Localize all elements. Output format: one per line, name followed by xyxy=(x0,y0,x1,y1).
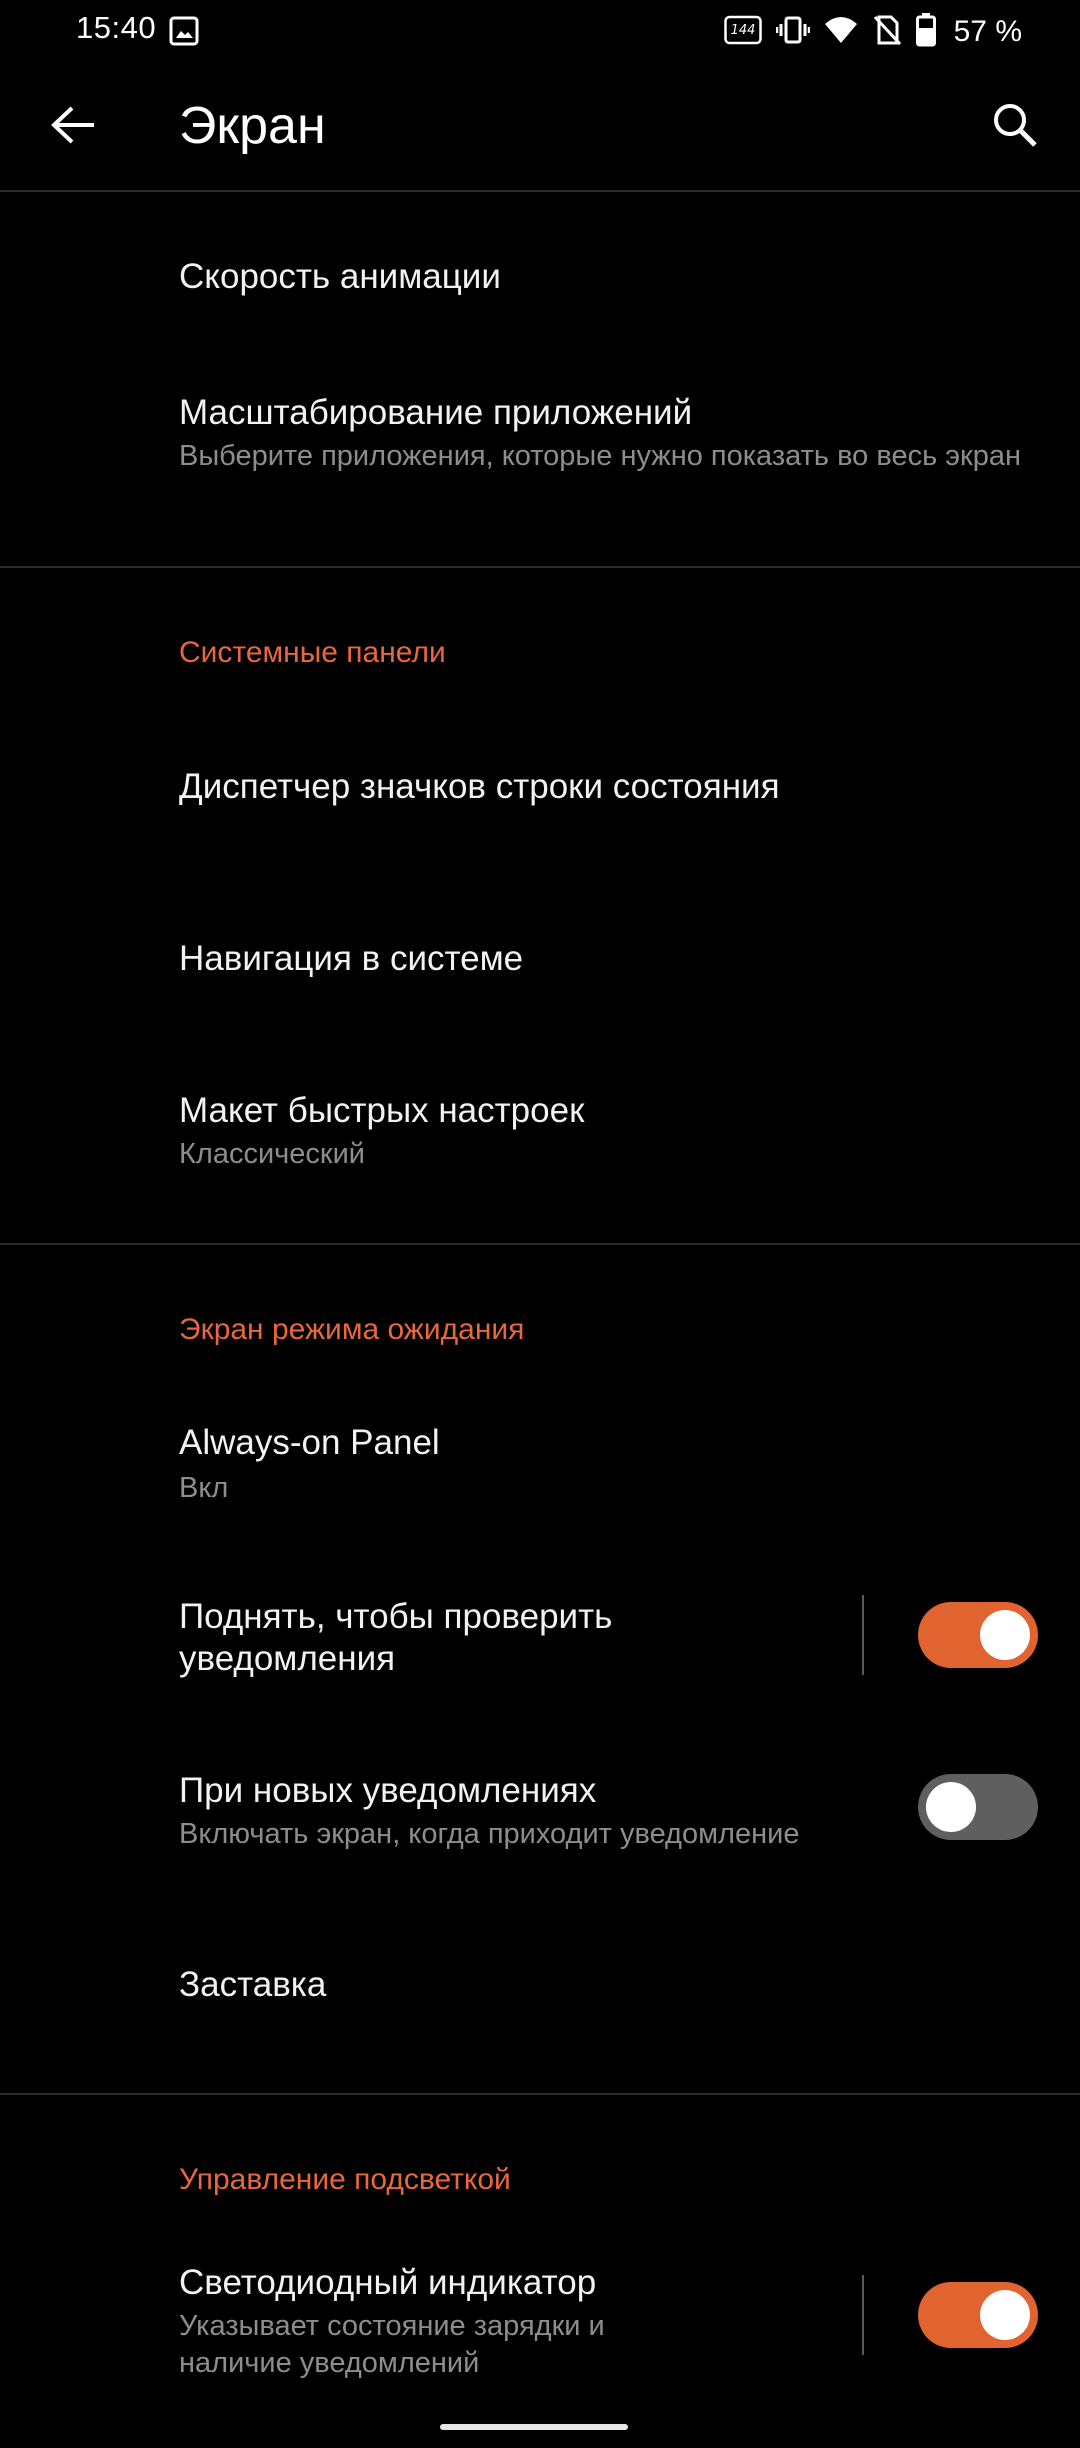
lift-to-check-toggle[interactable] xyxy=(918,1602,1038,1668)
battery-icon xyxy=(915,12,936,52)
section-divider xyxy=(0,1243,1080,1245)
app-bar: Экран xyxy=(0,64,1080,192)
no-sim-icon xyxy=(872,14,902,51)
setting-title: Масштабирование приложений xyxy=(179,393,693,432)
toggle-knob xyxy=(980,1610,1030,1660)
section-header-backlight-control: Управление подсветкой xyxy=(179,2163,511,2196)
new-notifications-toggle[interactable] xyxy=(918,1774,1038,1840)
refresh-rate-label: 144 xyxy=(730,23,755,38)
toggle-separator xyxy=(862,1595,864,1675)
setting-subtitle: Указывает состояние зарядки и наличие ув… xyxy=(179,2310,605,2379)
toggle-knob xyxy=(926,1782,976,1832)
search-icon xyxy=(992,102,1038,153)
vibrate-icon xyxy=(775,14,810,51)
refresh-rate-icon: 144 xyxy=(723,14,762,51)
section-divider xyxy=(0,2093,1080,2095)
setting-title: Заставка xyxy=(179,1965,327,2004)
setting-title: При новых уведомлениях xyxy=(179,1771,597,1810)
setting-title: Навигация в системе xyxy=(179,939,524,978)
setting-lift-to-check[interactable]: Поднять, чтобы проверить уведомления xyxy=(0,1570,1080,1700)
led-indicator-toggle[interactable] xyxy=(918,2282,1038,2348)
battery-percent: 57 % xyxy=(953,15,1022,48)
setting-quick-settings-layout[interactable]: Макет быстрых настроек Классический xyxy=(0,1060,1080,1220)
status-time: 15:40 xyxy=(76,10,157,45)
setting-subtitle: Классический xyxy=(179,1138,365,1170)
setting-animation-speed[interactable]: Скорость анимации xyxy=(0,220,1080,336)
setting-title: Диспетчер значков строки состояния xyxy=(179,767,780,806)
setting-status-icons[interactable]: Диспетчер значков строки состояния xyxy=(0,720,1080,852)
setting-subtitle: Вкл xyxy=(179,1472,229,1504)
setting-led-indicator[interactable]: Светодиодный индикатор Указывает состоян… xyxy=(0,2250,1080,2400)
status-icons: 144 57 % xyxy=(723,10,1022,54)
section-header-system-panels: Системные панели xyxy=(179,636,446,669)
setting-screensaver[interactable]: Заставка xyxy=(0,1920,1080,2050)
setting-title: Always-on Panel xyxy=(179,1423,440,1462)
setting-new-notifications[interactable]: При новых уведомлениях Включать экран, к… xyxy=(0,1750,1080,1880)
toggle-knob xyxy=(980,2290,1030,2340)
setting-title: Светодиодный индикатор xyxy=(179,2263,597,2302)
setting-subtitle: Выберите приложения, которые нужно показ… xyxy=(179,440,1021,472)
setting-always-on-panel[interactable]: Always-on Panel Вкл xyxy=(0,1400,1080,1540)
back-button[interactable] xyxy=(40,94,106,160)
setting-title: Скорость анимации xyxy=(179,257,501,296)
setting-title: Поднять, чтобы проверить уведомления xyxy=(179,1597,613,1678)
setting-app-scaling[interactable]: Масштабирование приложений Выберите прил… xyxy=(0,360,1080,540)
home-indicator[interactable] xyxy=(440,2424,628,2430)
search-button[interactable] xyxy=(982,94,1048,160)
status-bar: 15:40 144 57 % xyxy=(0,0,1080,64)
wifi-icon xyxy=(824,15,858,50)
toggle-separator xyxy=(862,2275,864,2355)
image-icon xyxy=(169,16,199,51)
page-title: Экран xyxy=(179,97,326,155)
section-divider xyxy=(0,566,1080,568)
section-header-standby-screen: Экран режима ожидания xyxy=(179,1313,525,1346)
setting-title: Макет быстрых настроек xyxy=(179,1091,585,1130)
setting-subtitle: Включать экран, когда приходит уведомлен… xyxy=(179,1818,800,1850)
setting-navigation[interactable]: Навигация в системе xyxy=(0,892,1080,1032)
arrow-back-icon xyxy=(50,105,96,150)
